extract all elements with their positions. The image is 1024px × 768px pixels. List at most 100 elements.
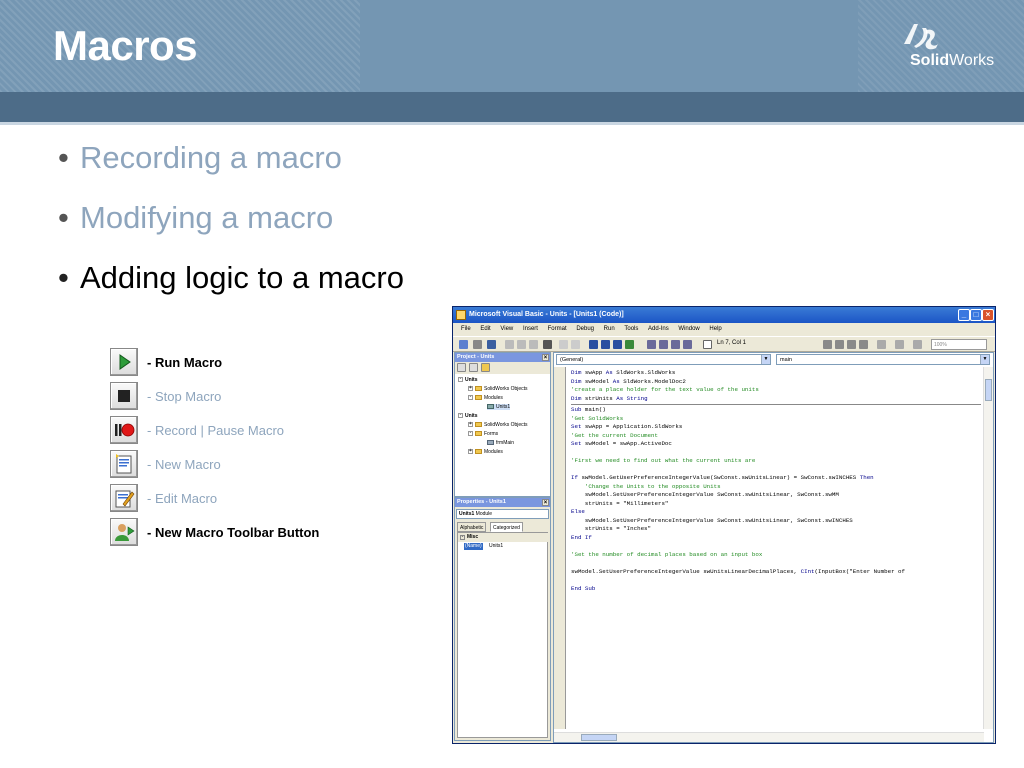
edit-macro-button[interactable] <box>110 484 138 512</box>
code-line[interactable]: 'First we need to find out what the curr… <box>571 457 755 466</box>
maximize-button[interactable]: □ <box>970 309 982 321</box>
menu-debug[interactable]: Debug <box>576 323 594 336</box>
help-icon[interactable] <box>703 340 712 349</box>
menu-edit[interactable]: Edit <box>480 323 490 336</box>
expand-icon[interactable]: + <box>468 422 473 428</box>
code-line[interactable]: 'Get the current Document <box>571 432 658 441</box>
collapse-icon[interactable]: - <box>460 535 465 540</box>
size-icon[interactable] <box>913 340 922 349</box>
tree-item[interactable]: + Modules <box>468 449 503 455</box>
tab-categorized[interactable]: Categorized <box>490 522 523 532</box>
tree-item[interactable]: - Units <box>458 413 478 419</box>
menu-file[interactable]: File <box>461 323 471 336</box>
object-dropdown[interactable]: (General) ▼ <box>556 354 771 365</box>
menu-run[interactable]: Run <box>604 323 615 336</box>
tree-item[interactable]: - Forms <box>468 431 498 437</box>
code-line[interactable]: If swModel.GetUserPreferenceIntegerValue… <box>571 474 874 483</box>
menu-tools[interactable]: Tools <box>624 323 638 336</box>
toggle-breakpoint-icon[interactable] <box>847 340 856 349</box>
collapse-icon[interactable]: - <box>468 395 473 401</box>
menu-view[interactable]: View <box>500 323 513 336</box>
code-line[interactable]: 'Get SolidWorks <box>571 415 623 424</box>
stop-macro-button[interactable] <box>110 382 138 410</box>
tree-item[interactable]: - Modules <box>468 395 503 401</box>
code-line[interactable]: swModel.SetUserPreferenceIntegerValue Sw… <box>571 517 853 526</box>
properties-window-icon[interactable] <box>659 340 668 349</box>
record-pause-macro-button[interactable] <box>110 416 138 444</box>
toggle-folders-icon[interactable] <box>481 363 490 372</box>
find-icon[interactable] <box>543 340 552 349</box>
tree-item[interactable]: - Units <box>458 377 478 383</box>
expand-icon[interactable]: + <box>468 449 473 455</box>
tree-item[interactable]: frmMain <box>487 440 514 446</box>
center-icon[interactable] <box>895 340 904 349</box>
undo-icon[interactable] <box>559 340 568 349</box>
scroll-thumb[interactable] <box>581 734 617 741</box>
menu-help[interactable]: Help <box>709 323 721 336</box>
procedure-dropdown[interactable]: main ▼ <box>776 354 990 365</box>
zoom-dropdown[interactable]: 100% <box>931 339 987 350</box>
redo-icon[interactable] <box>571 340 580 349</box>
new-macro-toolbar-button[interactable] <box>110 518 138 546</box>
view-object-pane-icon[interactable] <box>469 363 478 372</box>
tree-item-selected[interactable]: Units1 <box>487 404 511 410</box>
tree-item[interactable]: + SolidWorks Objects <box>468 422 528 428</box>
property-row[interactable]: (Name) Units1 <box>458 542 549 551</box>
code-line[interactable]: Else <box>571 508 585 517</box>
code-line[interactable]: Dim strUnits As String <box>571 395 648 404</box>
code-line[interactable]: Set swApp = Application.SldWorks <box>571 423 682 432</box>
new-macro-button[interactable] <box>110 450 138 478</box>
object-selector[interactable]: Units1 Module <box>456 509 549 519</box>
menu-addins[interactable]: Add-Ins <box>648 323 669 336</box>
object-browser-icon[interactable] <box>671 340 680 349</box>
code-line[interactable]: swModel.SetUserPreferenceIntegerValue sw… <box>571 568 905 577</box>
code-line[interactable]: strUnits = "Millimeters" <box>571 500 669 509</box>
code-line[interactable]: 'create a place holder for the text valu… <box>571 386 759 395</box>
horizontal-scrollbar[interactable] <box>554 732 984 742</box>
tree-item[interactable]: + SolidWorks Objects <box>468 386 528 392</box>
outdent-icon[interactable] <box>835 340 844 349</box>
view-object-icon[interactable] <box>459 340 468 349</box>
cut-icon[interactable] <box>505 340 514 349</box>
code-line[interactable]: End Sub <box>571 585 595 594</box>
category-row[interactable]: - Misc <box>458 533 549 542</box>
margin-indicator-bar[interactable] <box>554 367 566 729</box>
paste-icon[interactable] <box>529 340 538 349</box>
code-line[interactable]: 'Change the Units to the opposite Units <box>571 483 721 492</box>
collapse-icon[interactable]: - <box>468 431 473 437</box>
minimize-button[interactable]: _ <box>958 309 970 321</box>
design-mode-icon[interactable] <box>625 340 634 349</box>
chevron-down-icon[interactable]: ▼ <box>761 355 770 364</box>
code-line[interactable]: Sub main() <box>571 406 606 415</box>
code-line[interactable]: 'Set the number of decimal places based … <box>571 551 762 560</box>
chevron-down-icon[interactable]: ▼ <box>980 355 989 364</box>
indent-icon[interactable] <box>823 340 832 349</box>
code-line[interactable]: Set swModel = swApp.ActiveDoc <box>571 440 672 449</box>
close-button[interactable]: × <box>982 309 994 321</box>
code-line[interactable]: swModel.SetUserPreferenceIntegerValue Sw… <box>571 491 839 500</box>
code-line[interactable]: Dim swApp As SldWorks.SldWorks <box>571 369 675 378</box>
insert-module-icon[interactable] <box>473 340 482 349</box>
run-icon[interactable] <box>589 340 598 349</box>
expand-icon[interactable]: + <box>468 386 473 392</box>
comment-block-icon[interactable] <box>859 340 868 349</box>
code-line[interactable]: Dim swModel As SldWorks.ModelDoc2 <box>571 378 686 387</box>
toolbox-icon[interactable] <box>683 340 692 349</box>
collapse-icon[interactable]: - <box>458 377 463 383</box>
copy-icon[interactable] <box>517 340 526 349</box>
tab-alphabetic[interactable]: Alphabetic <box>457 522 487 532</box>
run-macro-button[interactable] <box>110 348 138 376</box>
menu-window[interactable]: Window <box>678 323 699 336</box>
code-line[interactable]: End If <box>571 534 592 543</box>
menu-format[interactable]: Format <box>548 323 567 336</box>
properties-pane-close-button[interactable]: × <box>542 499 549 506</box>
view-code-icon[interactable] <box>457 363 466 372</box>
save-icon[interactable] <box>487 340 496 349</box>
menu-insert[interactable]: Insert <box>523 323 538 336</box>
property-value[interactable]: Units1 <box>489 542 503 551</box>
project-pane-close-button[interactable]: × <box>542 354 549 361</box>
reset-icon[interactable] <box>613 340 622 349</box>
collapse-icon[interactable]: - <box>458 413 463 419</box>
break-icon[interactable] <box>601 340 610 349</box>
vertical-scrollbar[interactable] <box>983 367 993 729</box>
